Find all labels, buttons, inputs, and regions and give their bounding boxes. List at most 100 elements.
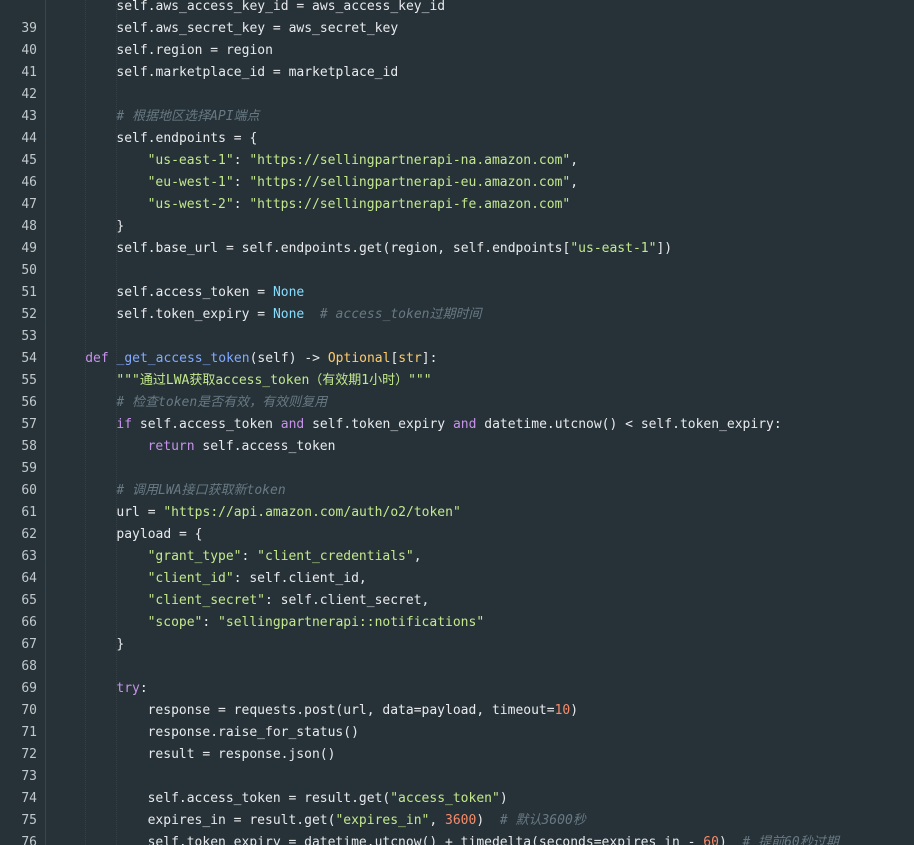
code-token: ) — [476, 813, 500, 828]
code-token: ) — [499, 791, 508, 806]
code-token: try — [116, 681, 140, 696]
code-line[interactable]: 46 "eu-west-1": "https://sellingpartnerap… — [0, 172, 914, 194]
code-token: "us-east-1" — [147, 153, 234, 168]
code-token: Optional — [327, 351, 391, 366]
code-line[interactable]: 56 # 检查token是否有效，有效则复用 — [0, 392, 914, 414]
line-number: 65 — [21, 593, 37, 608]
code-line[interactable]: 69 try: — [0, 678, 914, 700]
code-token: url = — [116, 505, 164, 520]
code-text: "client_secret": self.client_secret, — [148, 590, 430, 612]
code-text: self.region = region — [116, 40, 273, 62]
code-line[interactable]: 66 "scope": "sellingpartnerapi::notificat… — [0, 612, 914, 634]
code-token: None — [272, 285, 305, 300]
code-line[interactable]: 54 def _get_access_token(self) -> Optiona… — [0, 348, 914, 370]
code-line[interactable]: 74 self.access_token = result.get("access… — [0, 788, 914, 810]
code-line[interactable]: 52 self.token_expiry = None # access_toke… — [0, 304, 914, 326]
code-line[interactable]: 67} — [0, 634, 914, 656]
line-number: 71 — [21, 725, 37, 740]
code-line[interactable]: 55 """通过LWA获取access_token（有效期1小时）""" — [0, 370, 914, 392]
code-lines: self.aws_access_key_id = aws_access_key_… — [0, 0, 914, 845]
code-token: payload = { — [116, 527, 203, 542]
code-token: # 检查token是否有效，有效则复用 — [116, 395, 328, 410]
code-text: } — [116, 216, 124, 238]
line-number: 49 — [21, 241, 37, 256]
code-text: response = requests.post(url, data=paylo… — [148, 700, 578, 722]
code-line[interactable]: 41 self.marketplace_id = marketplace_id — [0, 62, 914, 84]
line-number: 58 — [21, 439, 37, 454]
code-line[interactable]: 70 response = requests.post(url, data=pay… — [0, 700, 914, 722]
code-line[interactable]: 65 "client_secret": self.client_secret, — [0, 590, 914, 612]
code-token: ) — [570, 703, 579, 718]
code-line[interactable]: 39 self.aws_secret_key = aws_secret_key — [0, 18, 914, 40]
code-text: self.marketplace_id = marketplace_id — [116, 62, 398, 84]
code-line[interactable]: 53 — [0, 326, 914, 348]
line-number: 41 — [21, 65, 37, 80]
code-line[interactable]: 42 — [0, 84, 914, 106]
code-token: and — [280, 417, 313, 432]
code-token: 10 — [554, 703, 571, 718]
code-token: , — [429, 813, 446, 828]
code-token: , — [570, 153, 579, 168]
code-token: if — [116, 417, 140, 432]
line-number: 51 — [21, 285, 37, 300]
code-token: } — [116, 637, 125, 652]
code-line[interactable]: 60 # 调用LWA接口获取新token — [0, 480, 914, 502]
code-line[interactable]: 40 self.region = region — [0, 40, 914, 62]
code-line[interactable]: 51 self.access_token = None — [0, 282, 914, 304]
code-token: (self) -> — [249, 351, 328, 366]
line-number: 59 — [21, 461, 37, 476]
code-token: self.aws_access_key_id = aws_access_key_… — [116, 0, 446, 14]
code-line[interactable]: 57 if self.access_token and self.token_ex… — [0, 414, 914, 436]
code-line[interactable]: 44 self.endpoints = { — [0, 128, 914, 150]
code-text: self.token_expiry = None # access_token过… — [116, 304, 481, 326]
code-token: self.base_url = self.endpoints.get(regio… — [116, 241, 571, 256]
code-token: None — [272, 307, 305, 322]
code-line[interactable]: 45 "us-east-1": "https://sellingpartnerap… — [0, 150, 914, 172]
code-token: "client_credentials" — [257, 549, 414, 564]
line-number: 63 — [21, 549, 37, 564]
code-line[interactable]: 43 # 根据地区选择API端点 — [0, 106, 914, 128]
code-line[interactable]: 64 "client_id": self.client_id, — [0, 568, 914, 590]
code-line[interactable]: 62 payload = { — [0, 524, 914, 546]
code-line[interactable]: 50 — [0, 260, 914, 282]
code-line[interactable]: 73 — [0, 766, 914, 788]
code-line[interactable]: 63 "grant_type": "client_credentials", — [0, 546, 914, 568]
code-line[interactable]: 72 result = response.json() — [0, 744, 914, 766]
code-line[interactable]: 71 response.raise_for_status() — [0, 722, 914, 744]
code-line[interactable]: 68 — [0, 656, 914, 678]
code-text: } — [116, 634, 124, 656]
code-text: self.base_url = self.endpoints.get(regio… — [116, 238, 672, 260]
code-text: if self.access_token and self.token_expi… — [116, 414, 781, 436]
code-token: "sellingpartnerapi::notifications" — [218, 615, 485, 630]
line-number: 73 — [21, 769, 37, 784]
code-line[interactable]: 47 "us-west-2": "https://sellingpartnerap… — [0, 194, 914, 216]
code-token: "https://sellingpartnerapi-eu.amazon.com… — [249, 175, 571, 190]
code-line[interactable]: 76 self.token_expiry = datetime.utcnow() … — [0, 832, 914, 845]
code-text: "client_id": self.client_id, — [148, 568, 367, 590]
code-line[interactable]: 61 url = "https://api.amazon.com/auth/o2/… — [0, 502, 914, 524]
line-number: 56 — [21, 395, 37, 410]
code-token: } — [116, 219, 125, 234]
code-token: "expires_in" — [335, 813, 430, 828]
code-line[interactable]: 49 self.base_url = self.endpoints.get(reg… — [0, 238, 914, 260]
code-token: "grant_type" — [147, 549, 242, 564]
code-line[interactable]: self.aws_access_key_id = aws_access_key_… — [0, 0, 914, 18]
code-text: def _get_access_token(self) -> Optional[… — [85, 348, 437, 370]
line-number: 62 — [21, 527, 37, 542]
code-token: def — [85, 351, 117, 366]
code-token: # 提前60秒过期 — [742, 835, 839, 845]
code-token: "https://api.amazon.com/auth/o2/token" — [163, 505, 461, 520]
code-text: """通过LWA获取access_token（有效期1小时）""" — [116, 370, 431, 392]
code-text: "us-east-1": "https://sellingpartnerapi-… — [148, 150, 578, 172]
code-text: # 根据地区选择API端点 — [116, 106, 259, 128]
code-line[interactable]: 75 expires_in = result.get("expires_in", … — [0, 810, 914, 832]
code-line[interactable]: 48} — [0, 216, 914, 238]
code-line[interactable]: 59 — [0, 458, 914, 480]
code-token: "scope" — [147, 615, 203, 630]
code-line[interactable]: 58 return self.access_token — [0, 436, 914, 458]
code-token: response = requests.post(url, data=paylo… — [147, 703, 555, 718]
code-text: result = response.json() — [148, 744, 336, 766]
code-editor[interactable]: self.aws_access_key_id = aws_access_key_… — [0, 0, 914, 845]
code-text: "us-west-2": "https://sellingpartnerapi-… — [148, 194, 571, 216]
line-number: 43 — [21, 109, 37, 124]
